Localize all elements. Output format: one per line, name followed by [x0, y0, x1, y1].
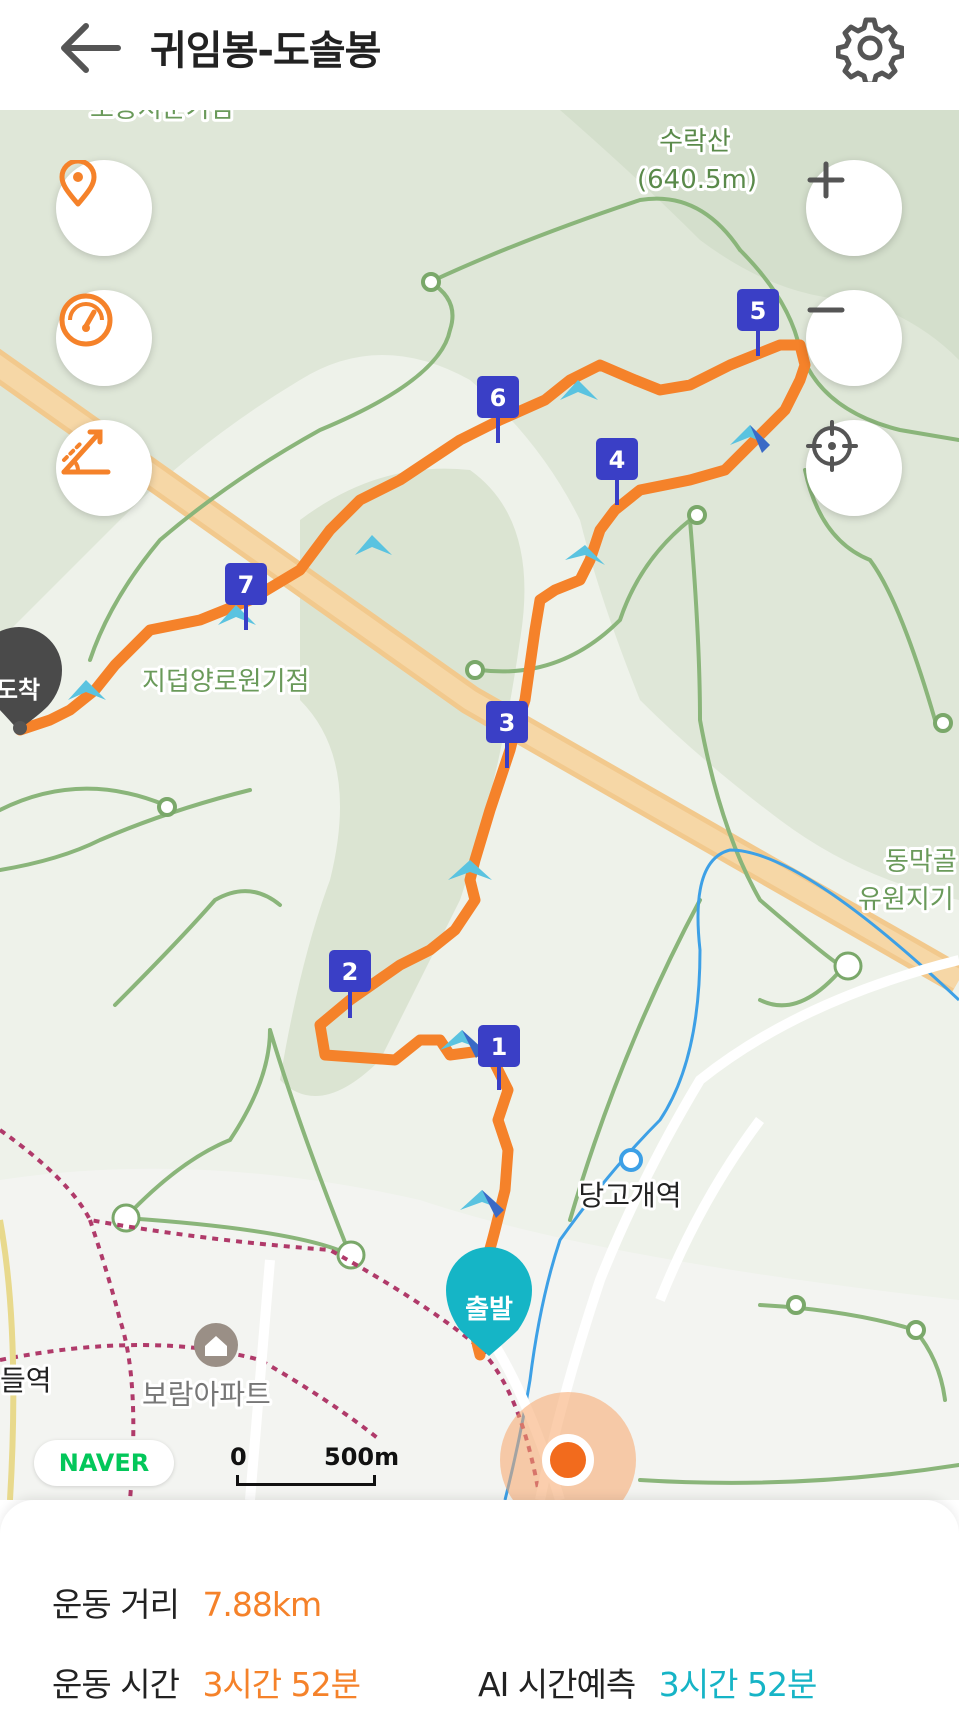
back-arrow-icon[interactable] — [58, 20, 122, 76]
page-title: 귀임봉-도솔봉 — [150, 28, 381, 74]
location-button[interactable] — [56, 160, 152, 256]
zoom-out-button[interactable] — [806, 290, 902, 386]
place-right-2: 유원지기 — [858, 885, 954, 915]
app-header: 귀임봉-도솔봉 — [0, 0, 959, 110]
waypoint-6-label: 6 — [490, 384, 507, 412]
mountain-height: (640.5m) — [637, 165, 757, 195]
recenter-icon — [806, 420, 858, 472]
distance-row: 운동 거리 7.88km — [52, 1578, 322, 1626]
ai-label: AI 시간예측 — [478, 1665, 636, 1704]
elevation-button[interactable] — [56, 420, 152, 516]
recenter-button[interactable] — [806, 420, 902, 516]
apartment-label: 보람아파트 — [142, 1378, 271, 1411]
distance-label: 운동 거리 — [52, 1585, 180, 1624]
location-pin-icon — [59, 160, 97, 207]
elevation-icon — [61, 429, 111, 475]
waypoint-1-label: 1 — [491, 1033, 508, 1061]
distance-value: 7.88km — [202, 1585, 322, 1624]
ai-row: AI 시간예측 3시간 52분 — [478, 1658, 818, 1706]
mountain-name: 수락산 — [659, 127, 731, 157]
time-value: 3시간 52분 — [202, 1665, 361, 1704]
waypoint-3-label: 3 — [499, 709, 516, 737]
station-label: 당고개역 — [578, 1179, 681, 1212]
place-waypoint: 지덥양로원기점 — [142, 667, 309, 697]
scale-start: 0 — [230, 1443, 247, 1471]
naver-attribution[interactable]: NAVER — [34, 1440, 174, 1486]
waypoint-7-label: 7 — [238, 571, 255, 599]
end-label: 도착 — [0, 676, 40, 704]
zoom-out-icon — [807, 307, 845, 313]
zoom-in-button[interactable] — [806, 160, 902, 256]
speedometer-icon — [59, 293, 113, 347]
waypoint-5-label: 5 — [750, 297, 767, 325]
place-right-1: 동막골 — [885, 847, 957, 877]
station-left-label: 들역 — [0, 1364, 52, 1397]
zoom-in-icon — [807, 161, 845, 199]
waypoint-2-label: 2 — [342, 958, 359, 986]
gear-icon[interactable] — [836, 14, 904, 82]
place-top-left: 노동저준기점 — [90, 110, 234, 124]
ai-value: 3시간 52분 — [658, 1665, 818, 1704]
start-label: 출발 — [465, 1295, 513, 1325]
speed-button[interactable] — [56, 290, 152, 386]
map-view[interactable]: 1 2 3 4 5 6 7 출발 도착 수락산 (640.5m) 노동저준기점 … — [0, 110, 959, 1500]
time-label: 운동 시간 — [52, 1665, 180, 1704]
time-row: 운동 시간 3시간 52분 — [52, 1658, 361, 1706]
waypoint-4-label: 4 — [609, 446, 626, 474]
stats-sheet: 운동 거리 7.88km 운동 시간 3시간 52분 AI 시간예측 3시간 5… — [0, 1500, 959, 1721]
scale-end: 500m — [324, 1443, 400, 1471]
